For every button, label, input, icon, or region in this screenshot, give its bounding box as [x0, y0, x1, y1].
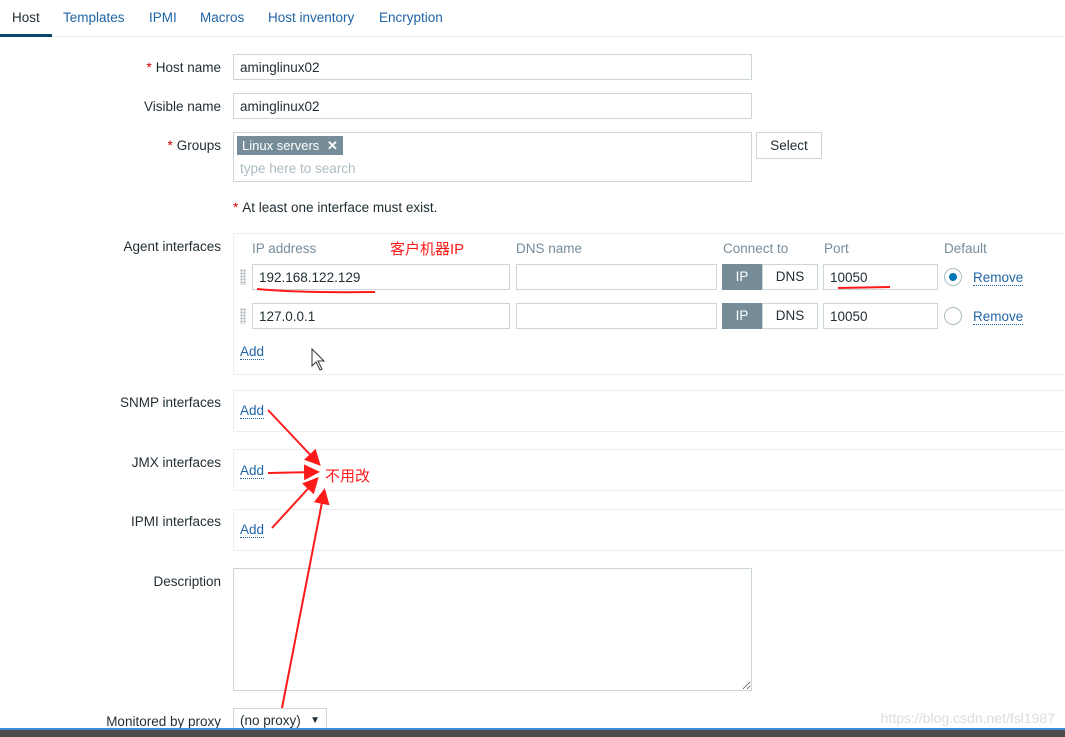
arrow-snmp	[267, 409, 321, 466]
annotation-arrows	[256, 286, 891, 709]
underline-ip	[256, 288, 376, 294]
bottom-scroll-bar[interactable]	[0, 728, 1065, 737]
arrow-ipmi	[271, 477, 319, 529]
underline-port	[837, 286, 891, 289]
arrow-jmx	[267, 464, 320, 481]
arrow-proxy	[281, 488, 330, 709]
mouse-cursor-icon	[311, 347, 326, 371]
watermark: https://blog.csdn.net/fsl1987	[880, 710, 1055, 726]
